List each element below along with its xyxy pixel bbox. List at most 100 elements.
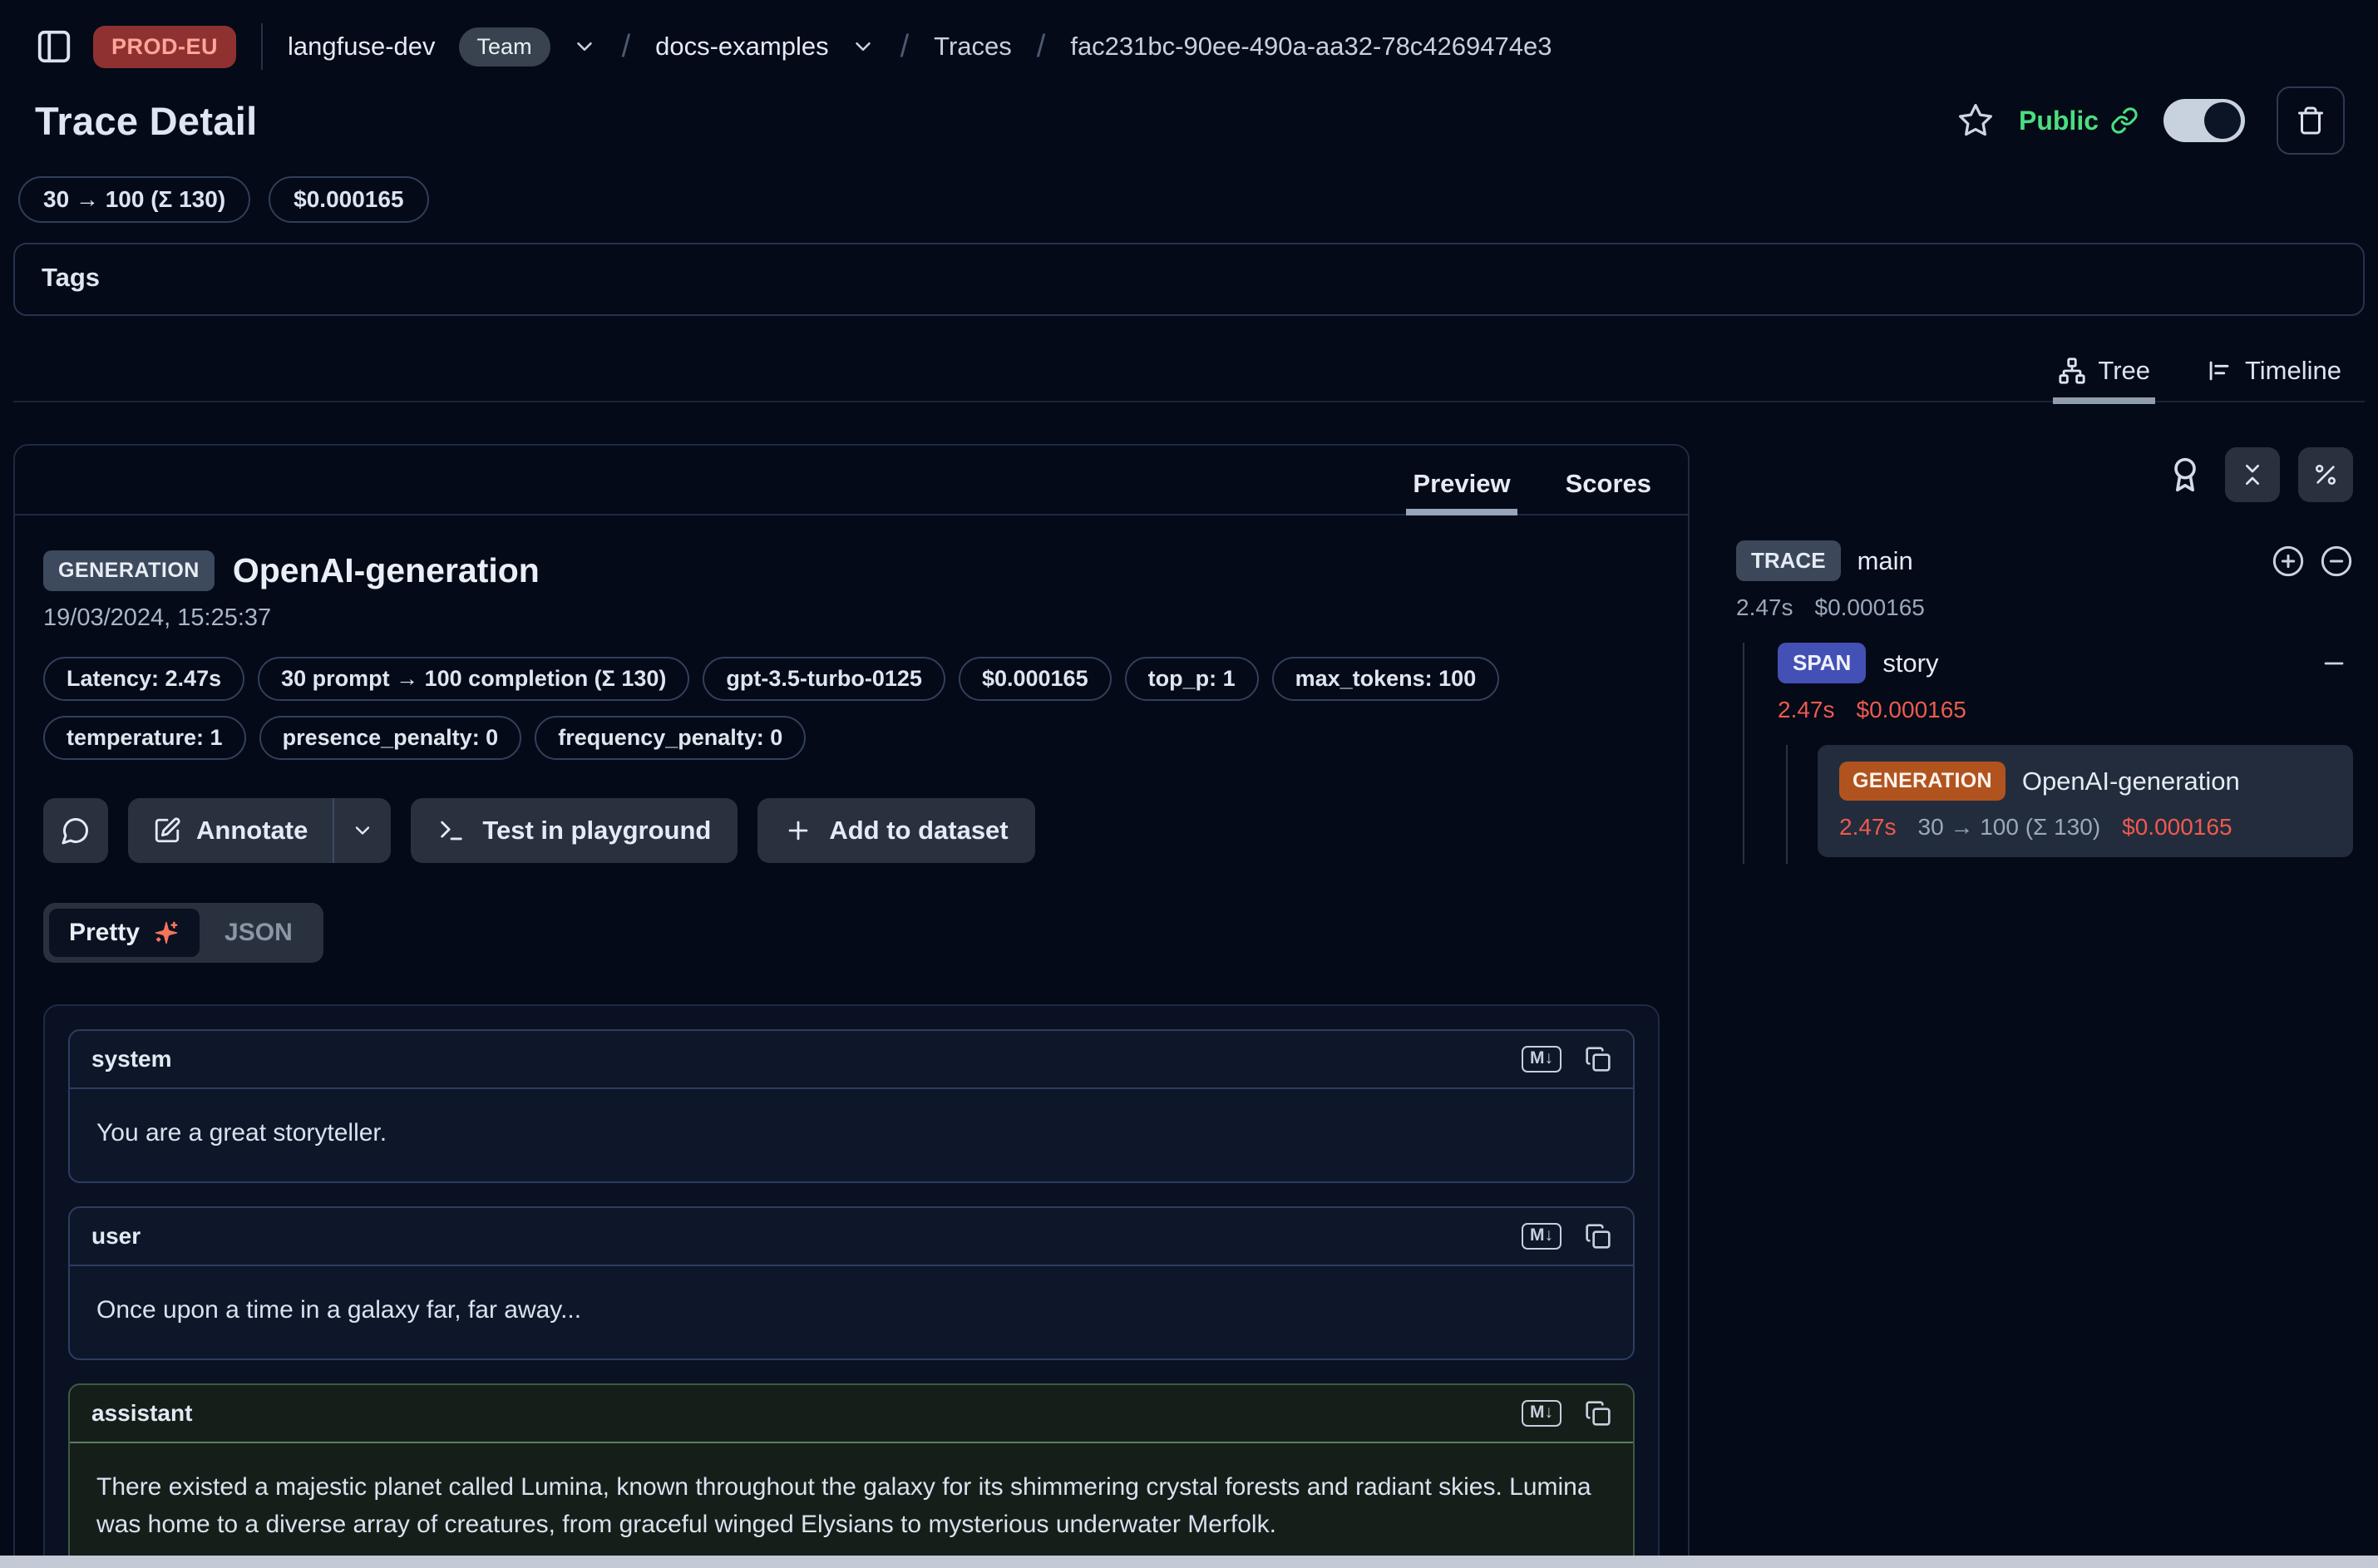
tab-tree[interactable]: Tree <box>2058 356 2150 386</box>
observation-body: GENERATION OpenAI-generation 19/03/2024,… <box>15 515 1688 1568</box>
observation-timestamp: 19/03/2024, 15:25:37 <box>43 604 1660 632</box>
tags-section[interactable]: Tags <box>13 243 2365 316</box>
timeline-icon <box>2205 357 2233 385</box>
observation-card: Preview Scores GENERATION OpenAI-generat… <box>13 444 1690 1568</box>
percent-icon <box>2312 461 2339 488</box>
panel-tabs: Preview Scores <box>15 446 1688 515</box>
assistant-paragraph: There existed a majestic planet called L… <box>96 1468 1606 1543</box>
token-usage-badge[interactable]: 30 → 100 (Σ 130) <box>18 176 250 223</box>
action-buttons: Annotate Test in playground Add to datas… <box>43 798 1660 863</box>
copy-icon[interactable] <box>1585 1400 1611 1427</box>
tree-hierarchy-icon <box>2058 357 2086 385</box>
breadcrumb-traces-link[interactable]: Traces <box>934 32 1012 62</box>
horizontal-scrollbar[interactable] <box>0 1556 2378 1568</box>
trace-node[interactable]: TRACE main <box>1736 540 2353 581</box>
token-usage-badge[interactable]: 30 prompt → 100 completion (Σ 130) <box>258 657 689 701</box>
generation-type-badge: GENERATION <box>1839 762 2006 801</box>
delete-trace-button[interactable] <box>2277 86 2345 155</box>
collapse-all-button[interactable] <box>2225 447 2280 502</box>
json-toggle[interactable]: JSON <box>200 909 318 957</box>
generation-name: OpenAI-generation <box>2022 767 2240 796</box>
message-header: system M↓ <box>70 1031 1633 1089</box>
generation-cost: $0.000165 <box>2122 814 2232 841</box>
add-to-dataset-button[interactable]: Add to dataset <box>757 798 1034 863</box>
message-header-actions: M↓ <box>1522 1223 1611 1250</box>
collapse-icon[interactable] <box>2320 545 2353 578</box>
observation-header: GENERATION OpenAI-generation <box>43 550 1660 591</box>
message-header: user M↓ <box>70 1208 1633 1266</box>
comment-icon <box>61 816 91 846</box>
breadcrumb-separator: / <box>1032 29 1051 65</box>
breadcrumb-project[interactable]: docs-examples <box>655 32 828 62</box>
bookmark-star-icon[interactable] <box>1957 102 1994 139</box>
add-to-dataset-label: Add to dataset <box>829 816 1008 846</box>
message-header: assistant M↓ <box>70 1385 1633 1443</box>
model-badge[interactable]: gpt-3.5-turbo-0125 <box>703 657 945 701</box>
show-percent-button[interactable] <box>2298 447 2353 502</box>
public-toggle[interactable] <box>2163 99 2245 142</box>
latency-badge: Latency: 2.47s <box>43 657 244 701</box>
copy-icon[interactable] <box>1585 1046 1611 1072</box>
pen-square-icon <box>153 816 181 845</box>
span-node[interactable]: SPAN story <box>1778 643 2353 683</box>
breadcrumb: PROD-EU langfuse-dev Team / docs-example… <box>0 0 2378 70</box>
markdown-toggle-icon[interactable]: M↓ <box>1522 1400 1561 1427</box>
tree-toolbar <box>1736 447 2353 502</box>
org-chevron-down-icon[interactable] <box>572 34 597 59</box>
link-icon <box>2110 106 2139 135</box>
copy-icon[interactable] <box>1585 1223 1611 1250</box>
environment-badge[interactable]: PROD-EU <box>93 26 236 68</box>
terminal-icon <box>437 816 466 845</box>
tab-scores[interactable]: Scores <box>1566 469 1651 499</box>
sidebar-toggle-icon[interactable] <box>35 27 73 66</box>
message-header-actions: M↓ <box>1522 1400 1611 1427</box>
span-name: story <box>1882 648 1938 678</box>
project-chevron-down-icon[interactable] <box>851 34 876 59</box>
tab-preview[interactable]: Preview <box>1413 469 1510 499</box>
breadcrumb-divider <box>261 23 263 70</box>
breadcrumb-separator: / <box>895 29 915 65</box>
message-role: assistant <box>91 1400 192 1427</box>
message-content: You are a great storyteller. <box>70 1089 1633 1181</box>
toggle-knob <box>2204 102 2241 139</box>
award-icon[interactable] <box>2167 456 2203 493</box>
title-actions: Public <box>1957 86 2345 155</box>
generation-node-selected[interactable]: GENERATION OpenAI-generation 2.47s 30 → … <box>1818 745 2353 857</box>
test-in-playground-button[interactable]: Test in playground <box>411 798 738 863</box>
trash-icon <box>2296 106 2326 136</box>
expand-all-icon[interactable] <box>2272 545 2305 578</box>
message-header-actions: M↓ <box>1522 1046 1611 1072</box>
markdown-toggle-icon[interactable]: M↓ <box>1522 1046 1561 1072</box>
span-metrics: 2.47s $0.000165 <box>1778 697 2353 723</box>
generation-metrics: 2.47s 30 → 100 (Σ 130) $0.000165 <box>1839 814 2331 841</box>
title-row: Trace Detail Public <box>0 70 2378 155</box>
markdown-toggle-icon[interactable]: M↓ <box>1522 1223 1561 1250</box>
annotate-button[interactable]: Annotate <box>128 798 333 863</box>
annotate-label: Annotate <box>196 816 308 846</box>
generation-subtree: GENERATION OpenAI-generation 2.47s 30 → … <box>1786 745 2353 864</box>
span-cost: $0.000165 <box>1857 697 1966 723</box>
public-label: Public <box>2019 106 2099 136</box>
collapse-node-icon[interactable] <box>2320 649 2348 678</box>
chevrons-down-up-icon <box>2239 461 2266 488</box>
page-title: Trace Detail <box>35 98 257 144</box>
public-link[interactable]: Public <box>2019 106 2139 136</box>
message-content: There existed a majestic planet called L… <box>70 1443 1633 1568</box>
tab-timeline[interactable]: Timeline <box>2205 356 2341 386</box>
tree-zoom-controls <box>2272 545 2353 578</box>
trace-tree-panel: TRACE main 2.47s $0.000165 SPAN story <box>1736 444 2368 864</box>
trace-metrics: 2.47s $0.000165 <box>1736 594 2353 621</box>
generation-tokens: 30 → 100 (Σ 130) <box>1918 814 2101 841</box>
annotate-split-button: Annotate <box>128 798 391 863</box>
system-message: system M↓ You are a great storyteller. <box>68 1029 1635 1183</box>
trace-cost: $0.000165 <box>1815 594 1925 621</box>
cost-badge[interactable]: $0.000165 <box>269 176 428 223</box>
max-tokens-badge: max_tokens: 100 <box>1272 657 1500 701</box>
chevron-down-icon <box>351 819 374 842</box>
breadcrumb-org[interactable]: langfuse-dev <box>288 32 436 62</box>
pretty-toggle[interactable]: Pretty <box>49 909 200 957</box>
comment-button[interactable] <box>43 798 108 863</box>
cost-badge[interactable]: $0.000165 <box>959 657 1112 701</box>
annotate-dropdown-button[interactable] <box>334 798 391 863</box>
trace-name: main <box>1858 546 1913 576</box>
